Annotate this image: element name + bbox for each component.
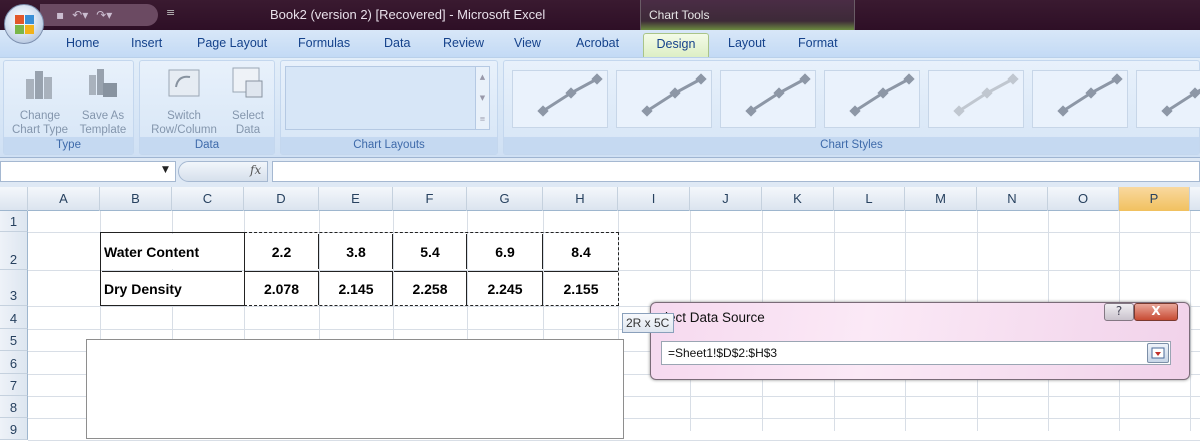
scroll-down-icon[interactable]: ▼ [480, 94, 485, 102]
group-label-chart-styles: Chart Styles [504, 137, 1199, 154]
tab-page-layout[interactable]: Page Layout [197, 36, 267, 50]
column-header-B[interactable]: B [100, 187, 172, 211]
ribbon-tabs: Home Insert Page Layout Formulas Data Re… [0, 30, 1200, 57]
tab-layout[interactable]: Layout [728, 36, 766, 50]
name-box-dropdown-icon[interactable]: ▼ [162, 165, 169, 175]
data-range-input[interactable]: =Sheet1!$D$2:$H$3 [661, 341, 1171, 365]
window-title: Book2 (version 2) [Recovered] - Microsof… [270, 7, 546, 22]
expand-dialog-icon [1151, 347, 1165, 359]
group-type: Change Chart Type Save As Template Type [3, 60, 134, 155]
line-chart-style-icon [953, 73, 1019, 117]
chart-tools-label: Chart Tools [649, 8, 710, 22]
row-header-9[interactable]: 9 [0, 418, 28, 440]
name-box[interactable] [0, 161, 176, 182]
switch-row-column-button[interactable]: Switch Row/Column [144, 65, 224, 137]
tab-home[interactable]: Home [66, 36, 99, 50]
tab-view[interactable]: View [514, 36, 541, 50]
chart-style-option[interactable] [1136, 70, 1200, 128]
office-button[interactable] [4, 4, 44, 44]
select-all-button[interactable] [0, 187, 28, 211]
row-header-6[interactable]: 6 [0, 351, 28, 374]
close-button[interactable]: X [1134, 303, 1178, 321]
chart-layouts-gallery[interactable] [285, 66, 478, 130]
undo-icon[interactable]: ↶▾ [72, 8, 88, 22]
column-header-N[interactable]: N [977, 187, 1048, 211]
group-data: Switch Row/Column Select Data Data [139, 60, 275, 155]
column-header-L[interactable]: L [834, 187, 905, 211]
gallery-more-icon[interactable]: ≡ [480, 115, 486, 123]
selected-data-range [244, 232, 619, 306]
column-header-K[interactable]: K [762, 187, 834, 211]
line-chart-style-icon [1057, 73, 1123, 117]
change-chart-type-button[interactable]: Change Chart Type [8, 65, 72, 137]
column-header-O[interactable]: O [1048, 187, 1119, 211]
help-button[interactable]: ? [1104, 303, 1134, 321]
line-chart-style-icon [641, 73, 707, 117]
dialog-title: lect Data Source [665, 310, 765, 325]
cell-B3[interactable]: Dry Density [102, 271, 242, 305]
quick-access-toolbar: ▪ ↶▾ ↷▾ [40, 4, 158, 26]
tab-insert[interactable]: Insert [131, 36, 162, 50]
group-label-type: Type [4, 137, 133, 154]
column-header-G[interactable]: G [467, 187, 543, 211]
formula-input[interactable] [272, 161, 1200, 182]
chart-style-option[interactable] [720, 70, 816, 128]
row-header-1[interactable]: 1 [0, 211, 28, 232]
column-header-E[interactable]: E [319, 187, 393, 211]
switch-row-column-icon [168, 69, 200, 97]
tab-acrobat[interactable]: Acrobat [576, 36, 619, 50]
scroll-up-icon[interactable]: ▲ [480, 73, 485, 81]
line-chart-style-icon [745, 73, 811, 117]
insert-function-icon[interactable]: fx [250, 163, 261, 177]
column-header-M[interactable]: M [905, 187, 977, 211]
save-icon[interactable]: ▪ [56, 8, 64, 22]
group-label-data: Data [140, 137, 274, 154]
expand-dialog-button[interactable] [1147, 343, 1169, 363]
column-header-I[interactable]: I [618, 187, 690, 211]
chart-style-option[interactable] [824, 70, 920, 128]
select-data-button[interactable]: Select Data [226, 65, 270, 137]
chart-style-option[interactable] [928, 70, 1024, 128]
title-bar [0, 0, 1200, 30]
gallery-scroll[interactable]: ▲ ▼ ≡ [475, 66, 490, 130]
column-header-A[interactable]: A [28, 187, 100, 211]
save-template-icon [89, 69, 117, 97]
column-header-D[interactable]: D [244, 187, 319, 211]
chart-style-option[interactable] [616, 70, 712, 128]
row-header-4[interactable]: 4 [0, 306, 28, 329]
column-header-P[interactable]: P [1119, 187, 1190, 211]
group-label-chart-layouts: Chart Layouts [281, 137, 497, 154]
chart-tools-context: Chart Tools [640, 0, 855, 30]
line-chart-style-icon [849, 73, 915, 117]
chart-style-option[interactable] [1032, 70, 1128, 128]
tab-format[interactable]: Format [798, 36, 838, 50]
column-header-J[interactable]: J [690, 187, 762, 211]
chart-style-option[interactable] [512, 70, 608, 128]
row-header-7[interactable]: 7 [0, 374, 28, 396]
bar-chart-icon [26, 71, 52, 99]
save-as-template-button[interactable]: Save As Template [74, 65, 132, 137]
redo-icon[interactable]: ↷▾ [96, 8, 112, 22]
tab-data[interactable]: Data [384, 36, 410, 50]
customize-icon[interactable]: ≡ [166, 6, 175, 19]
row-header-3[interactable]: 3 [0, 270, 28, 306]
select-data-icon [232, 67, 263, 98]
row-header-2[interactable]: 2 [0, 232, 28, 270]
row-header-5[interactable]: 5 [0, 329, 28, 351]
gridline [1190, 211, 1191, 431]
office-logo-icon [14, 14, 34, 34]
tab-review[interactable]: Review [443, 36, 484, 50]
column-header-C[interactable]: C [172, 187, 244, 211]
line-chart-style-icon [537, 73, 603, 117]
cell-B2[interactable]: Water Content [102, 234, 242, 269]
column-header-F[interactable]: F [393, 187, 467, 211]
row-header-8[interactable]: 8 [0, 396, 28, 418]
chart-object[interactable] [86, 339, 624, 439]
tab-formulas[interactable]: Formulas [298, 36, 350, 50]
line-chart-style-icon [1161, 87, 1200, 117]
column-header-H[interactable]: H [543, 187, 618, 211]
tab-design[interactable]: Design [643, 33, 709, 58]
selection-size-tooltip: 2R x 5C [622, 313, 674, 333]
